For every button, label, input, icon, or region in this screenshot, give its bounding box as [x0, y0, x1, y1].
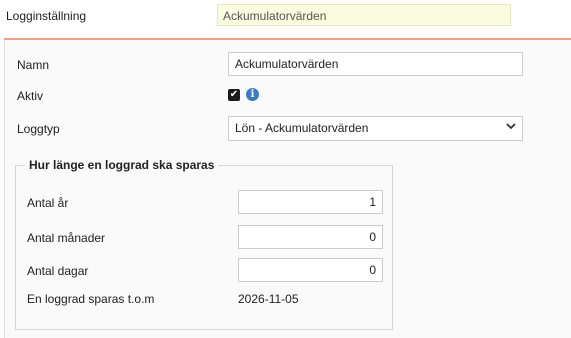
- logtype-selected-value: Lön - Ackumulatorvärden: [235, 121, 369, 135]
- info-icon[interactable]: i: [246, 88, 259, 101]
- saved-until-value: 2026-11-05: [238, 292, 299, 306]
- days-input[interactable]: 0: [238, 258, 383, 282]
- active-checkbox[interactable]: ✔: [228, 89, 240, 101]
- logtype-select[interactable]: Lön - Ackumulatorvärden: [228, 116, 523, 141]
- saved-until-label: En loggrad sparas t.o.m: [27, 292, 155, 306]
- retention-legend: Hur länge en loggrad ska sparas: [25, 158, 219, 172]
- years-label: Antal år: [27, 196, 69, 210]
- settings-header: Logginställning Ackumulatorvärden: [0, 0, 571, 38]
- active-label: Aktiv: [17, 89, 44, 103]
- chevron-down-icon: [506, 121, 516, 136]
- name-input[interactable]: Ackumulatorvärden: [228, 52, 523, 76]
- days-label: Antal dagar: [27, 264, 89, 278]
- years-input[interactable]: 1: [238, 190, 383, 214]
- months-label: Antal månader: [27, 231, 106, 245]
- months-input[interactable]: 0: [238, 225, 383, 249]
- settings-header-label: Logginställning: [6, 9, 87, 23]
- settings-header-value[interactable]: Ackumulatorvärden: [217, 4, 511, 26]
- name-label: Namn: [17, 58, 50, 72]
- logtype-label: Loggtyp: [17, 122, 60, 136]
- checkmark-icon: ✔: [229, 89, 239, 100]
